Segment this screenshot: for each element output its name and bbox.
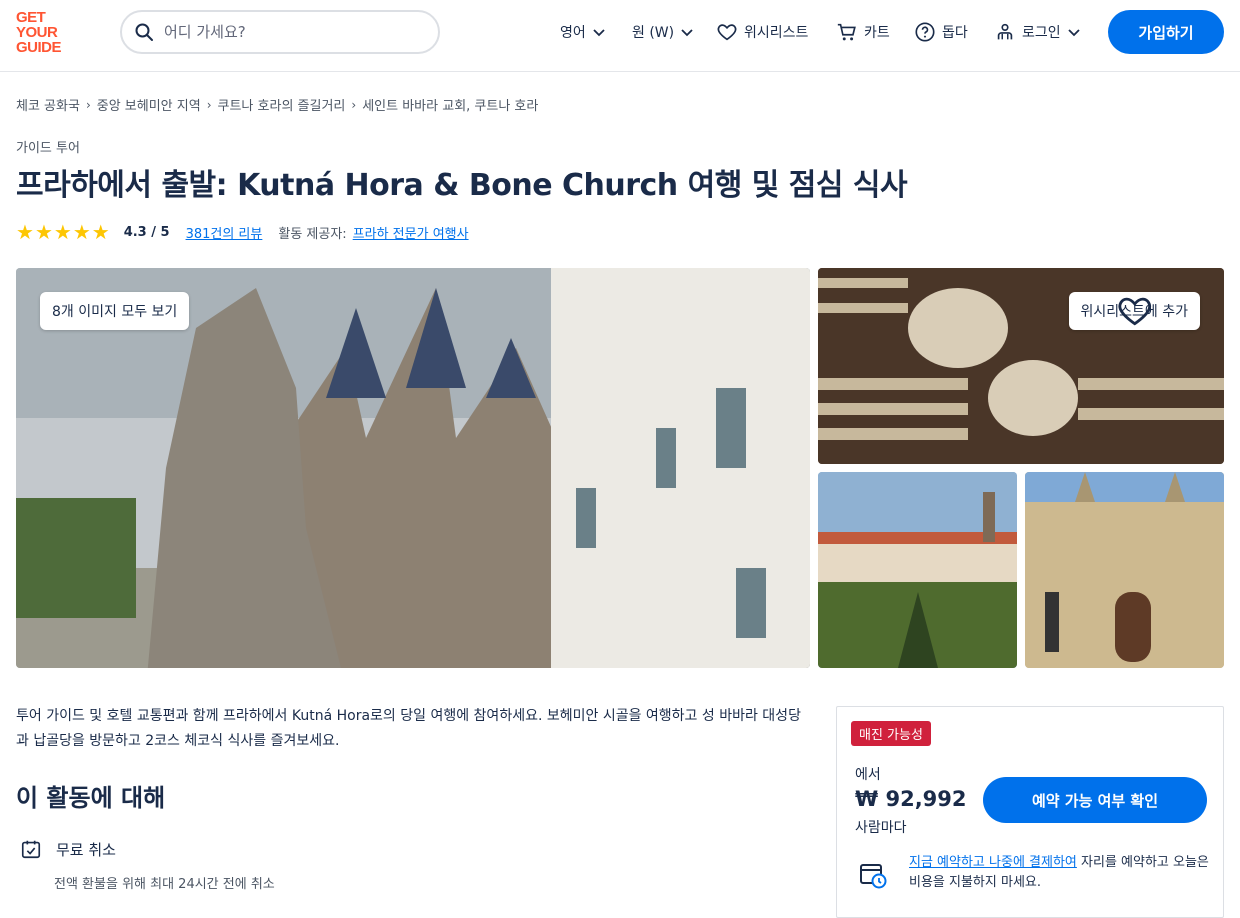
calendar-check-icon — [21, 840, 41, 859]
login-label: 로그인 — [1022, 25, 1061, 41]
breadcrumb: 체코 공화국 › 중앙 보헤미안 지역 › 쿠트나 호라의 즐길거리 › 세인트… — [16, 95, 538, 115]
language-label: 영어 — [560, 25, 586, 41]
check-availability-button[interactable]: 예약 가능 여부 확인 — [983, 777, 1207, 823]
booking-card: 매진 가능성 에서 ₩ 92,992 사람마다 예약 가능 여부 확인 지금 예… — [836, 706, 1224, 918]
rating-stars: ★ ★ ★ ★ ★ — [16, 222, 110, 242]
provider-label: 활동 제공자: — [278, 226, 347, 242]
gallery-image-facade[interactable] — [1025, 472, 1224, 668]
signup-button[interactable]: 가입하기 — [1108, 10, 1224, 54]
gallery-image-town[interactable] — [818, 472, 1017, 668]
feature-title: 무료 취소 — [56, 840, 116, 859]
breadcrumb-item[interactable]: 세인트 바바라 교회, 쿠트나 호라 — [362, 95, 538, 114]
chevron-down-icon — [681, 29, 693, 37]
chevron-right-icon: › — [206, 97, 212, 112]
rating-row: ★ ★ ★ ★ ★ 4.3 / 5 381건의 리뷰 활동 제공자: 프라하 전… — [16, 222, 469, 242]
logo-line: GUIDE — [16, 39, 62, 56]
activity-category: 가이드 투어 — [16, 141, 80, 156]
help-nav[interactable]: 돕다 — [914, 16, 968, 48]
gallery-image-ossuary[interactable]: 위시리스트에 추가 — [818, 268, 1224, 464]
calendar-clock-icon — [860, 864, 887, 889]
breadcrumb-item[interactable]: 쿠트나 호라의 즐길거리 — [218, 95, 346, 114]
login-nav[interactable]: 로그인 — [994, 16, 1081, 48]
wishlist-label: 위시리스트 — [744, 25, 809, 41]
price-value: ₩ 92,992 — [855, 787, 967, 811]
gallery-image-main[interactable]: 8개 이미지 모두 보기 — [16, 268, 810, 668]
likely-sell-out-badge: 매진 가능성 — [851, 721, 931, 746]
help-label: 돕다 — [942, 25, 968, 41]
cart-icon — [837, 23, 856, 41]
provider-link[interactable]: 프라하 전문가 여행사 — [353, 223, 469, 242]
star-icon: ★ — [16, 220, 34, 244]
image-gallery: 8개 이미지 모두 보기 위시리스트에 추가 — [16, 268, 1224, 668]
feature-subtitle: 전액 환불을 위해 최대 24시간 전에 취소 — [54, 877, 275, 892]
free-cancellation-feature: 무료 취소 — [20, 838, 116, 860]
search-icon — [135, 23, 153, 41]
cart-nav[interactable]: 카트 — [836, 16, 890, 48]
price-per-label: 사람마다 — [855, 820, 907, 836]
logo-line: GET — [16, 9, 46, 26]
help-icon — [915, 22, 935, 42]
search-input[interactable] — [164, 23, 414, 41]
star-icon: ★ — [34, 220, 53, 244]
logo-line: YOUR — [16, 24, 58, 41]
cart-label: 카트 — [864, 25, 890, 41]
heart-icon — [1117, 297, 1151, 326]
pay-later-link[interactable]: 지금 예약하고 나중에 결제하여 — [909, 855, 1077, 870]
chevron-down-icon — [593, 29, 605, 37]
currency-label: 원 (W) — [632, 25, 675, 41]
language-selector[interactable]: 영어 — [560, 16, 606, 48]
breadcrumb-item[interactable]: 체코 공화국 — [16, 95, 80, 114]
chevron-right-icon: › — [351, 97, 357, 112]
search-bar[interactable] — [120, 10, 440, 54]
town-photo — [818, 472, 1017, 668]
user-group-icon — [997, 23, 1013, 40]
add-to-wishlist-button[interactable]: 위시리스트에 추가 — [1068, 292, 1200, 330]
pay-later-info: 지금 예약하고 나중에 결제하여 자리를 예약하고 오늘은 비용을 지불하지 마… — [909, 853, 1209, 893]
star-icon: ★ — [53, 220, 72, 244]
wishlist-nav[interactable]: 위시리스트 — [716, 16, 808, 48]
activity-description: 투어 가이드 및 호텔 교통편과 함께 프라하에서 Kutná Hora로의 당… — [16, 708, 801, 749]
star-icon: ★ — [72, 220, 91, 244]
currency-selector[interactable]: 원 (W) — [632, 16, 694, 48]
star-icon: ★ — [91, 220, 110, 244]
heart-icon — [717, 24, 737, 41]
chevron-down-icon — [1068, 29, 1080, 37]
about-section-title: 이 활동에 대해 — [16, 784, 166, 812]
reviews-link[interactable]: 381건의 리뷰 — [186, 223, 263, 242]
getyourguide-logo[interactable]: GET YOUR GUIDE — [16, 10, 76, 58]
breadcrumb-item[interactable]: 중앙 보헤미안 지역 — [97, 95, 201, 114]
header: GET YOUR GUIDE 영어 원 (W) 위시리스트 카트 돕다 로그인 … — [0, 0, 1240, 72]
page-title: 프라하에서 출발: Kutná Hora & Bone Church 여행 및 … — [16, 168, 908, 203]
view-all-images-button[interactable]: 8개 이미지 모두 보기 — [40, 292, 190, 330]
rating-value: 4.3 / 5 — [123, 224, 170, 240]
facade-photo — [1025, 472, 1224, 668]
chevron-right-icon: › — [85, 97, 91, 112]
price-from-label: 에서 — [855, 767, 881, 783]
